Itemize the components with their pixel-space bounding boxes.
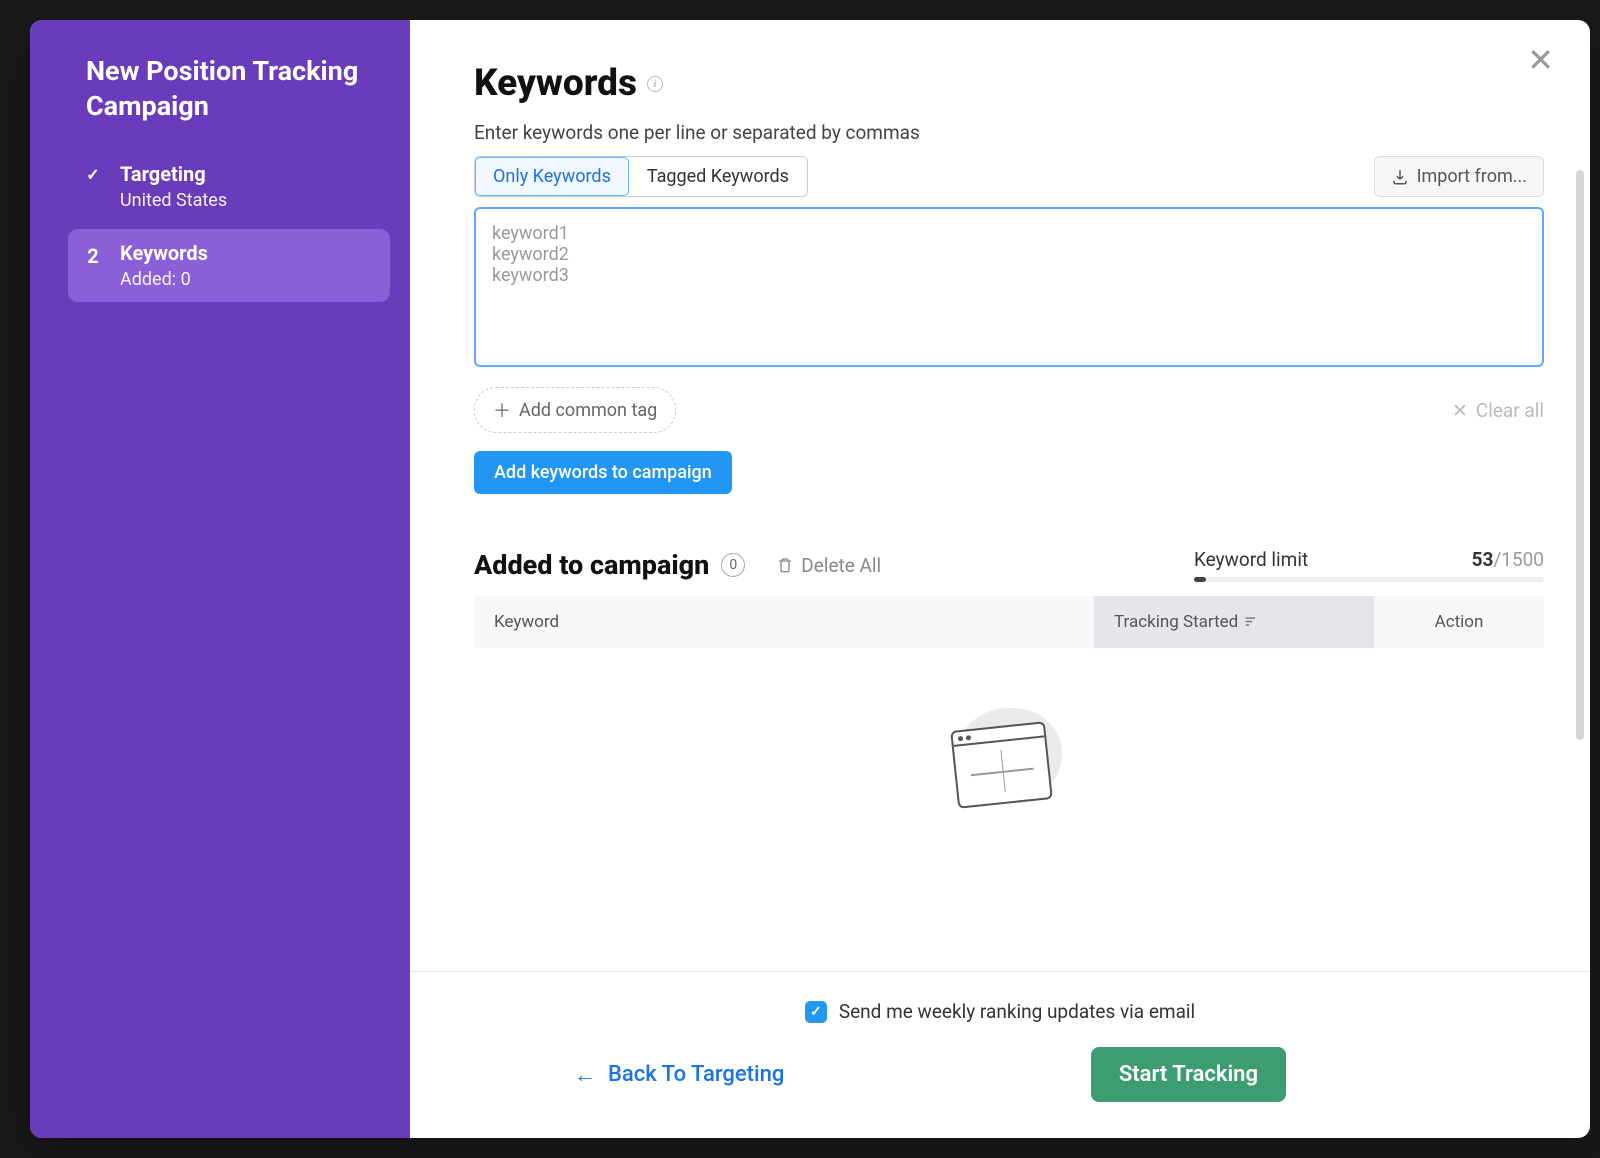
arrow-left-icon: ← (574, 1062, 596, 1088)
col-keyword[interactable]: Keyword (474, 596, 1094, 648)
page-title: Keywords i (474, 62, 1544, 105)
limit-bar (1194, 577, 1544, 582)
add-keywords-button[interactable]: Add keywords to campaign (474, 451, 732, 494)
top-nav (0, 0, 1600, 12)
added-count-badge: 0 (721, 553, 745, 577)
delete-all-button[interactable]: Delete All (777, 554, 881, 577)
sidebar-step-targeting[interactable]: Targeting United States (68, 150, 390, 223)
sort-desc-icon (1244, 615, 1258, 629)
keyword-limit: Keyword limit 53/1500 (1194, 548, 1544, 582)
back-button[interactable]: ← Back To Targeting (574, 1062, 784, 1088)
back-label: Back To Targeting (608, 1062, 784, 1087)
col-action: Action (1374, 596, 1544, 648)
email-updates-label: Send me weekly ranking updates via email (839, 1000, 1195, 1023)
download-icon (1391, 168, 1409, 186)
keyword-textarea[interactable] (474, 207, 1544, 367)
limit-label: Keyword limit (1194, 548, 1308, 571)
step-label: Keywords (120, 241, 376, 265)
info-icon[interactable]: i (647, 76, 663, 92)
step-label: Targeting (120, 162, 376, 186)
import-label: Import from... (1417, 166, 1527, 187)
main-panel: ✕ Keywords i Enter keywords one per line… (410, 20, 1590, 1138)
trash-icon (777, 556, 793, 574)
sidebar: New Position Tracking Campaign Targeting… (30, 20, 410, 1138)
clear-all-label: Clear all (1476, 399, 1544, 422)
step-sub: Added: 0 (120, 269, 376, 290)
delete-all-label: Delete All (801, 554, 881, 577)
keyword-tabs: Only Keywords Tagged Keywords (474, 156, 808, 197)
scrollbar[interactable] (1576, 170, 1584, 740)
clear-all-button[interactable]: ✕ Clear all (1452, 399, 1544, 422)
modal: New Position Tracking Campaign Targeting… (30, 20, 1590, 1138)
footer: ✓ Send me weekly ranking updates via ema… (410, 971, 1590, 1138)
page-title-text: Keywords (474, 62, 637, 105)
plus-icon: ＋ (493, 397, 511, 423)
add-common-tag-button[interactable]: ＋ Add common tag (474, 387, 676, 433)
add-tag-label: Add common tag (519, 400, 657, 421)
import-button[interactable]: Import from... (1374, 156, 1544, 197)
limit-value: 53/1500 (1472, 548, 1544, 571)
close-icon: ✕ (1452, 399, 1468, 422)
empty-state-illustration (474, 648, 1544, 808)
col-tracking-started[interactable]: Tracking Started (1094, 596, 1374, 648)
added-title: Added to campaign (474, 549, 709, 581)
sidebar-title: New Position Tracking Campaign (86, 54, 390, 124)
step-number: 2 (82, 241, 104, 268)
tab-tagged-keywords[interactable]: Tagged Keywords (629, 157, 807, 196)
subtitle: Enter keywords one per line or separated… (474, 121, 1544, 144)
keywords-table: Keyword Tracking Started Action (474, 596, 1544, 648)
email-updates-checkbox[interactable]: ✓ (805, 1001, 827, 1023)
col-tracking-label: Tracking Started (1114, 612, 1238, 632)
start-tracking-button[interactable]: Start Tracking (1091, 1047, 1286, 1102)
sidebar-step-keywords[interactable]: 2 Keywords Added: 0 (68, 229, 390, 302)
tab-only-keywords[interactable]: Only Keywords (475, 157, 629, 196)
table-header: Keyword Tracking Started Action (474, 596, 1544, 648)
check-icon (82, 162, 104, 184)
step-sub: United States (120, 190, 376, 211)
content-area: Keywords i Enter keywords one per line o… (410, 20, 1590, 971)
